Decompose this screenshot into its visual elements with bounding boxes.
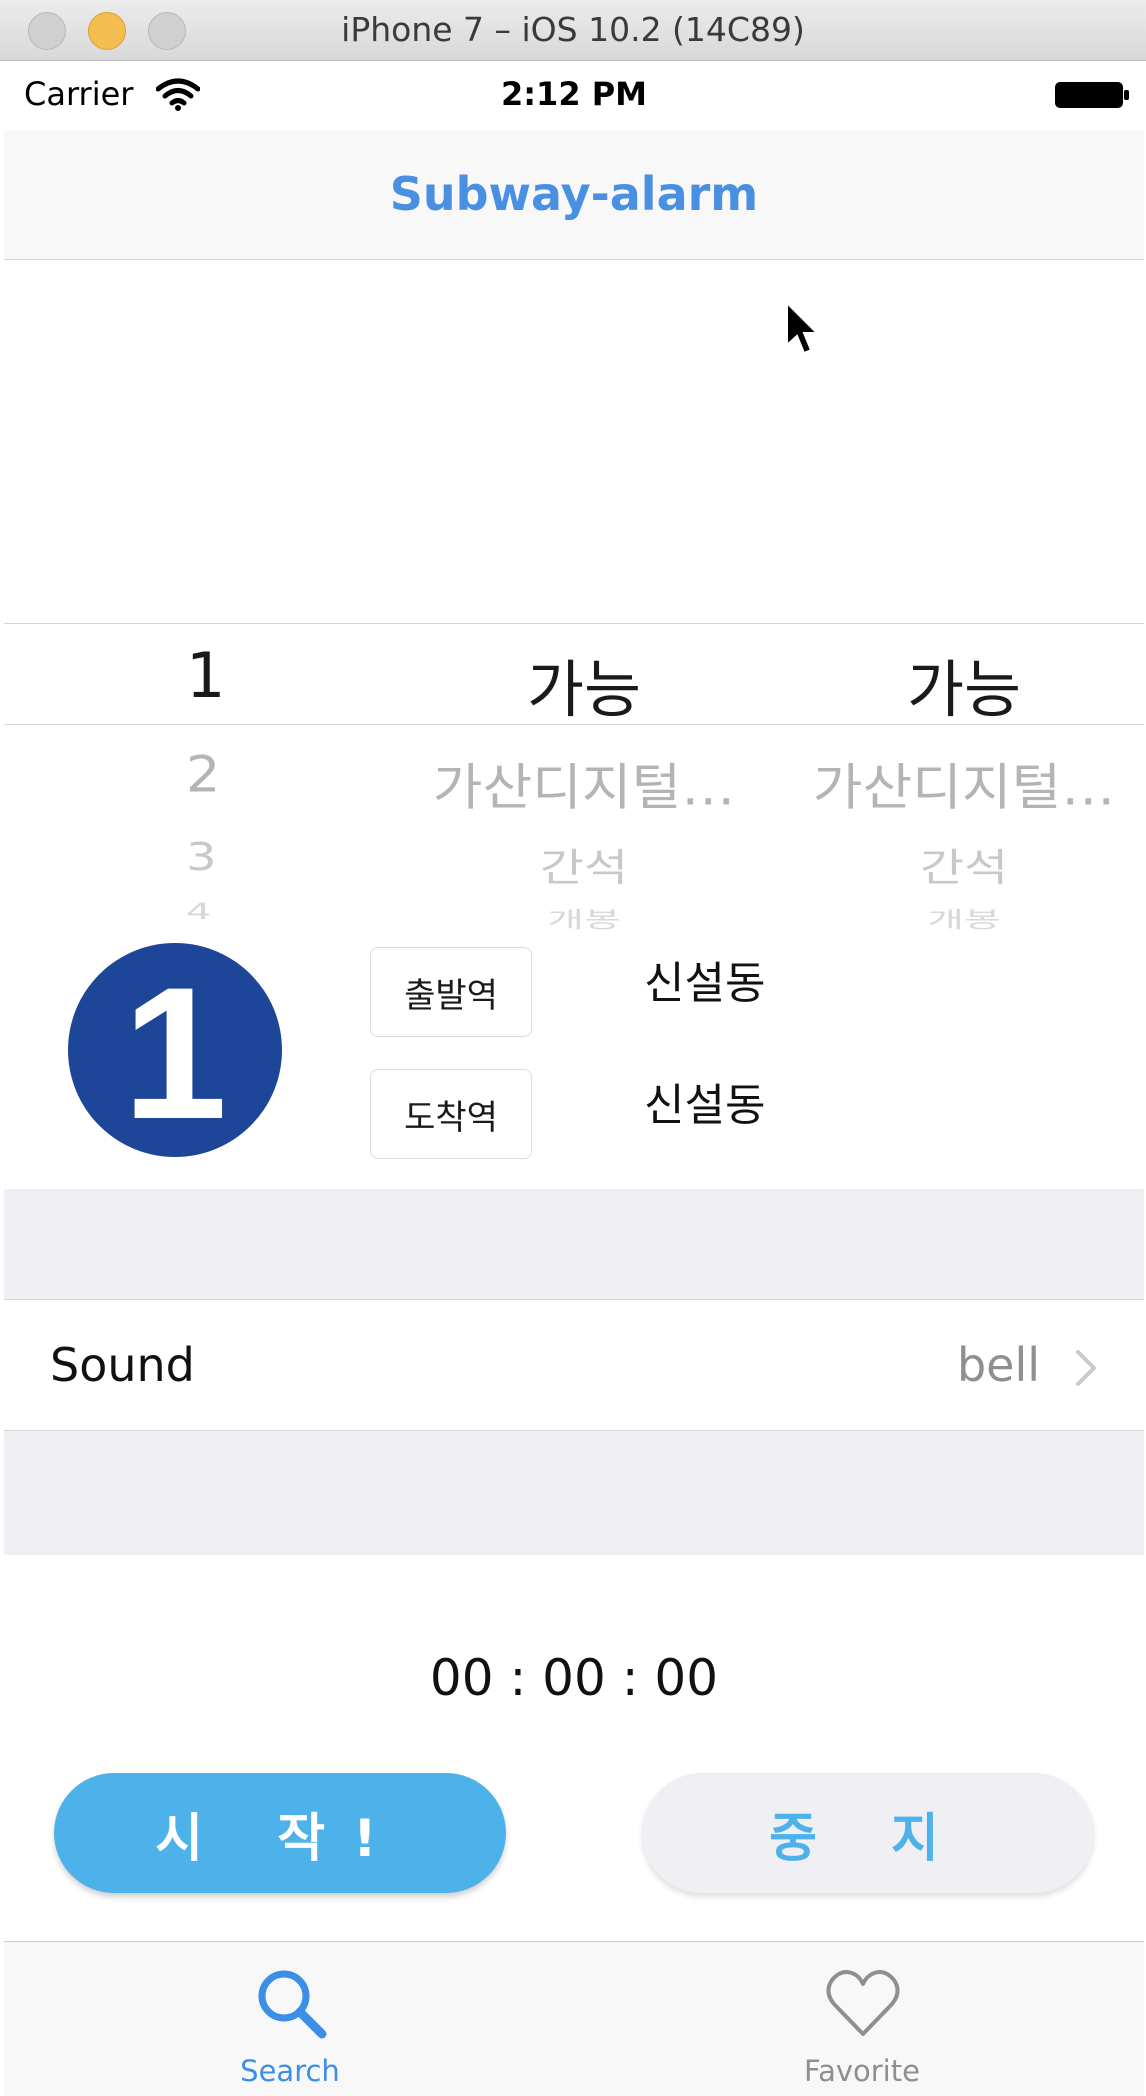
section-separator [4, 1431, 1144, 1555]
arrival-station: 신설동 [644, 1080, 766, 1131]
nav-title: Subway-alarm [389, 167, 759, 221]
tab-label: Favorite [804, 2054, 920, 2088]
tab-favorite[interactable]: Favorite [712, 1942, 1012, 2096]
window-title: iPhone 7 – iOS 10.2 (14C89) [341, 10, 805, 49]
sound-label: Sound [50, 1338, 195, 1392]
tab-search[interactable]: Search [140, 1942, 440, 2096]
picker-column-arrival[interactable]: 가능 가산디지털… 간석 개봉 [774, 561, 1144, 951]
sound-value: bell [956, 1338, 1040, 1392]
line-number: 1 [122, 948, 228, 1158]
picker-row[interactable]: 간석 [774, 836, 1144, 892]
picker-row[interactable]: 가산디지털… [394, 746, 774, 819]
picker-row[interactable]: 개봉 [774, 902, 1144, 934]
station-picker[interactable]: 1 2 3 4 가능 가산디지털… 간석 개봉 가능 가산디지털… 간석 개봉 [4, 561, 1144, 951]
simulator-title-bar: iPhone 7 – iOS 10.2 (14C89) [0, 0, 1146, 61]
subway-line-badge: 1 [68, 943, 282, 1157]
picker-column-departure[interactable]: 가능 가산디지털… 간석 개봉 [394, 561, 774, 951]
start-button[interactable]: 시 작! [54, 1773, 506, 1893]
picker-row[interactable]: 개봉 [394, 902, 774, 934]
picker-column-line[interactable]: 1 2 3 4 [14, 561, 394, 951]
navigation-bar: Subway-alarm [4, 131, 1144, 260]
countdown-timer: 00 : 00 : 00 [429, 1649, 719, 1707]
picker-row[interactable]: 1 [14, 639, 394, 712]
departure-label: 출발역 [370, 947, 532, 1037]
heart-icon [826, 1970, 900, 2036]
mouse-cursor-icon [786, 301, 820, 355]
arrival-label: 도착역 [370, 1069, 532, 1159]
simulator-window: iPhone 7 – iOS 10.2 (14C89) Carrier 2:12… [0, 0, 1146, 2096]
search-icon [258, 1970, 327, 2039]
sound-setting-row[interactable]: Sound bell [4, 1300, 1144, 1431]
tab-label: Search [240, 2054, 340, 2088]
status-time: 2:12 PM [500, 75, 648, 113]
picker-row[interactable]: 간석 [394, 836, 774, 892]
picker-row[interactable]: 가능 [774, 639, 1144, 729]
status-bar: Carrier 2:12 PM [4, 61, 1144, 131]
stop-button[interactable]: 중 지 [642, 1773, 1094, 1893]
tab-bar: Search Favorite [4, 1941, 1144, 2096]
battery-icon [1055, 82, 1129, 108]
picker-row[interactable]: 4 [14, 899, 394, 924]
departure-station: 신설동 [644, 958, 766, 1009]
phone-screen: Carrier 2:12 PM Subway-alarm 1 2 3 4 가능 … [4, 61, 1144, 2096]
picker-row[interactable]: 2 [14, 745, 394, 804]
section-separator [4, 1189, 1144, 1300]
chevron-right-icon [1076, 1350, 1096, 1386]
picker-row[interactable]: 가능 [394, 639, 774, 729]
picker-row[interactable]: 3 [14, 835, 394, 880]
picker-row[interactable]: 가산디지털… [774, 746, 1144, 819]
